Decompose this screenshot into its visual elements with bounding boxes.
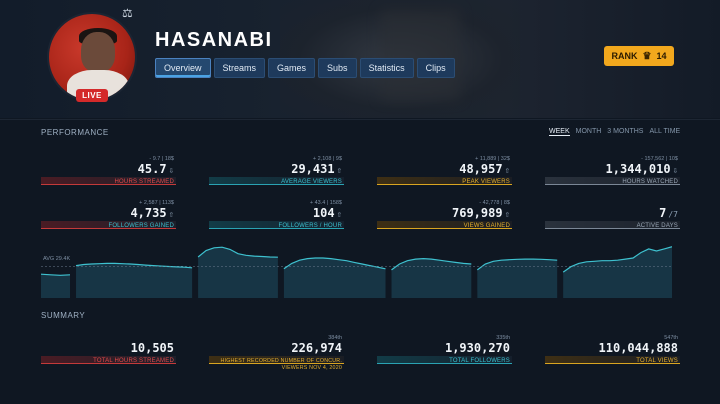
stat-hours-watched: - 157,562 | 10$ 1,344,010 ⇩ HOURS WATCHED	[545, 156, 680, 190]
stat-views-gained: - 42,778 | 8$ 769,989 ⇧ VIEWS GAINED	[377, 200, 512, 234]
range-month[interactable]: MONTH	[576, 128, 602, 136]
summary-total-views: 547th 110,044,888 TOTAL VIEWS	[545, 335, 680, 369]
crown-icon: ♛	[642, 50, 652, 62]
chart-area-segment	[391, 258, 472, 298]
stat-value: 7	[659, 206, 667, 220]
live-badge: LIVE	[76, 89, 108, 102]
stat-value: 226,974	[291, 341, 342, 355]
rank-badge[interactable]: RANK ♛ 14	[604, 46, 674, 66]
stat-followers-per-hour: + 43.4 | 158$ 104 ⇧ FOLLOWERS / HOUR	[209, 200, 344, 234]
chart-area-segment	[563, 246, 672, 298]
stat-label: FOLLOWERS GAINED	[108, 223, 174, 229]
stat-label: TOTAL FOLLOWERS	[449, 358, 510, 364]
stat-average-viewers: + 2,108 | 9$ 29,431 ⇧ AVERAGE VIEWERS	[209, 156, 344, 190]
chart-area-segment	[76, 263, 193, 298]
tab-overview[interactable]: Overview	[155, 58, 211, 78]
summary-total-followers: 335th 1,930,270 TOTAL FOLLOWERS	[377, 335, 512, 369]
arrow-down-icon: ⇩	[672, 166, 678, 176]
tab-statistics[interactable]: Statistics	[359, 58, 414, 78]
stat-value-suffix: /7	[668, 210, 678, 219]
stat-label: VIEWS GAINED	[463, 223, 510, 229]
stat-label: TOTAL VIEWS	[636, 358, 678, 364]
stat-label: ACTIVE DAYS	[636, 223, 678, 229]
tab-streams[interactable]: Streams	[213, 58, 266, 78]
arrow-up-icon: ⇧	[336, 210, 342, 220]
summary-peak-concurrent: 384th 226,974 HIGHEST RECORDED NUMBER OF…	[209, 335, 344, 371]
chart-area-segment	[41, 274, 70, 298]
rank-value: 14	[656, 51, 667, 61]
stat-value: 1,930,270	[444, 341, 510, 355]
stat-value: 110,044,888	[598, 341, 678, 355]
rank-label: RANK	[611, 51, 638, 61]
viewer-chart	[41, 246, 672, 298]
range-all-time[interactable]: ALL TIME	[649, 128, 680, 136]
arrow-up-icon: ⇧	[336, 166, 342, 176]
stat-value: 1,344,010	[605, 162, 671, 176]
range-3-months[interactable]: 3 MONTHS	[607, 128, 643, 136]
performance-title: PERFORMANCE	[41, 128, 109, 137]
stat-peak-viewers: + 11,889 | 32$ 48,957 ⇧ PEAK VIEWERS	[377, 156, 512, 190]
chart-area-segment	[283, 258, 386, 298]
stat-label: TOTAL HOURS STREAMED	[93, 358, 174, 364]
stat-label: HOURS WATCHED	[622, 179, 678, 185]
chart-area-segment	[198, 247, 278, 298]
stat-value: 104	[312, 206, 335, 220]
arrow-up-icon: ⇧	[168, 210, 174, 220]
chart-area-segment	[477, 259, 558, 298]
stat-label: PEAK VIEWERS	[462, 179, 510, 185]
chart-avg-label: AVG 29.4K	[43, 256, 71, 262]
stat-label: HIGHEST RECORDED NUMBER OF CONCUR. VIEWE…	[220, 358, 342, 371]
stat-value: 4,735	[130, 206, 167, 220]
arrow-up-icon: ⇧	[504, 210, 510, 220]
nav-tabs: Overview Streams Games Subs Statistics C…	[155, 58, 455, 78]
summary-total-hours-streamed: 10,505 TOTAL HOURS STREAMED	[41, 335, 176, 369]
stat-hours-streamed: - 9.7 | 18$ 45.7 ⇩ HOURS STREAMED	[41, 156, 176, 190]
stat-value: 45.7	[137, 162, 167, 176]
stat-value: 29,431	[291, 162, 335, 176]
tab-subs[interactable]: Subs	[318, 58, 357, 78]
stat-label: FOLLOWERS / HOUR	[278, 223, 342, 229]
range-week[interactable]: WEEK	[549, 128, 570, 136]
stat-label: HOURS STREAMED	[114, 179, 174, 185]
header-divider	[0, 119, 720, 120]
tab-clips[interactable]: Clips	[416, 58, 455, 78]
tab-games[interactable]: Games	[268, 58, 316, 78]
arrow-up-icon: ⇧	[504, 166, 510, 176]
stat-value: 48,957	[459, 162, 503, 176]
channel-name: HASANABI	[155, 29, 273, 51]
summary-title: SUMMARY	[41, 311, 86, 320]
header-background-figure	[380, 10, 460, 100]
stat-followers-gained: + 2,587 | 113$ 4,735 ⇧ FOLLOWERS GAINED	[41, 200, 176, 234]
stat-label: AVERAGE VIEWERS	[281, 179, 342, 185]
time-range-selector: WEEK MONTH 3 MONTHS ALL TIME	[549, 128, 680, 136]
stat-value: 769,989	[452, 206, 503, 220]
scale-icon: ⚖	[122, 6, 133, 20]
arrow-down-icon: ⇩	[168, 166, 174, 176]
stat-value: 10,505	[130, 341, 174, 355]
stat-active-days: 7/7 ACTIVE DAYS	[545, 200, 680, 234]
